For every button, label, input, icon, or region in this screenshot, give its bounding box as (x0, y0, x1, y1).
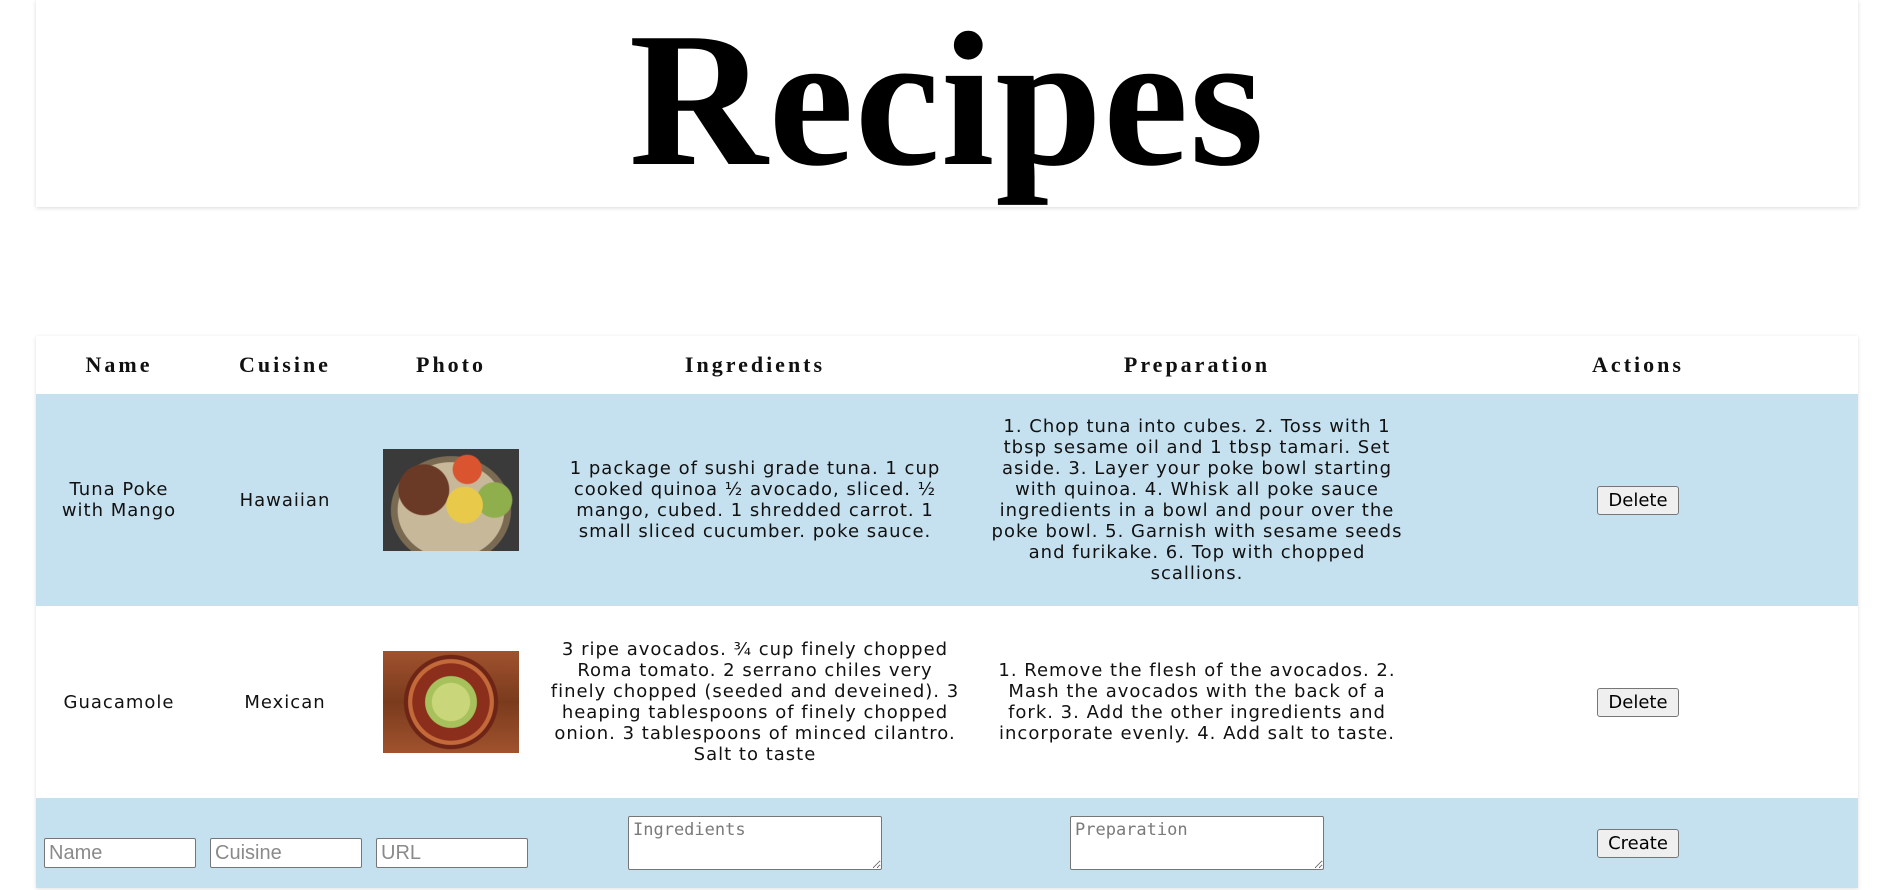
new-cuisine-cell (202, 798, 368, 888)
recipe-ingredients: 1 package of sushi grade tuna. 1 cup coo… (534, 394, 976, 606)
new-ingredients-cell (534, 798, 976, 888)
recipe-photo-cell (368, 606, 534, 798)
new-url-cell (368, 798, 534, 888)
new-name-cell (36, 798, 202, 888)
page-title: Recipes (628, 0, 1266, 206)
guacamole-photo (383, 651, 519, 753)
url-input[interactable] (376, 838, 528, 868)
column-header-ingredients: Ingredients (534, 336, 976, 394)
recipe-name: Guacamole (36, 606, 202, 798)
column-header-preparation: Preparation (976, 336, 1418, 394)
column-header-actions: Actions (1418, 336, 1858, 394)
ingredients-textarea[interactable] (628, 816, 882, 870)
recipe-cuisine: Hawaiian (202, 394, 368, 606)
recipe-preparation: 1. Chop tuna into cubes. 2. Toss with 1 … (976, 394, 1418, 606)
poke-bowl-photo (383, 449, 519, 551)
recipes-table-card: Name Cuisine Photo Ingredients Preparati… (36, 336, 1858, 888)
page-header: Recipes (36, 0, 1858, 207)
cuisine-input[interactable] (210, 838, 362, 868)
recipes-table: Name Cuisine Photo Ingredients Preparati… (36, 336, 1858, 888)
delete-button[interactable]: Delete (1597, 687, 1679, 717)
new-preparation-cell (976, 798, 1418, 888)
table-row: Guacamole Mexican 3 ripe avocados. ¾ cup… (36, 606, 1858, 798)
recipe-actions-cell: Delete (1418, 606, 1858, 798)
recipe-name: Tuna Poke with Mango (36, 394, 202, 606)
column-header-photo: Photo (368, 336, 534, 394)
recipe-cuisine: Mexican (202, 606, 368, 798)
table-header-row: Name Cuisine Photo Ingredients Preparati… (36, 336, 1858, 394)
recipe-ingredients: 3 ripe avocados. ¾ cup finely chopped Ro… (534, 606, 976, 798)
recipe-preparation: 1. Remove the flesh of the avocados. 2. … (976, 606, 1418, 798)
preparation-textarea[interactable] (1070, 816, 1324, 870)
recipe-actions-cell: Delete (1418, 394, 1858, 606)
column-header-cuisine: Cuisine (202, 336, 368, 394)
new-recipe-row: Create (36, 798, 1858, 888)
table-row: Tuna Poke with Mango Hawaiian 1 package … (36, 394, 1858, 606)
create-button[interactable]: Create (1597, 828, 1679, 858)
column-header-name: Name (36, 336, 202, 394)
recipe-photo-cell (368, 394, 534, 606)
new-actions-cell: Create (1418, 798, 1858, 888)
name-input[interactable] (44, 838, 196, 868)
delete-button[interactable]: Delete (1597, 485, 1679, 515)
